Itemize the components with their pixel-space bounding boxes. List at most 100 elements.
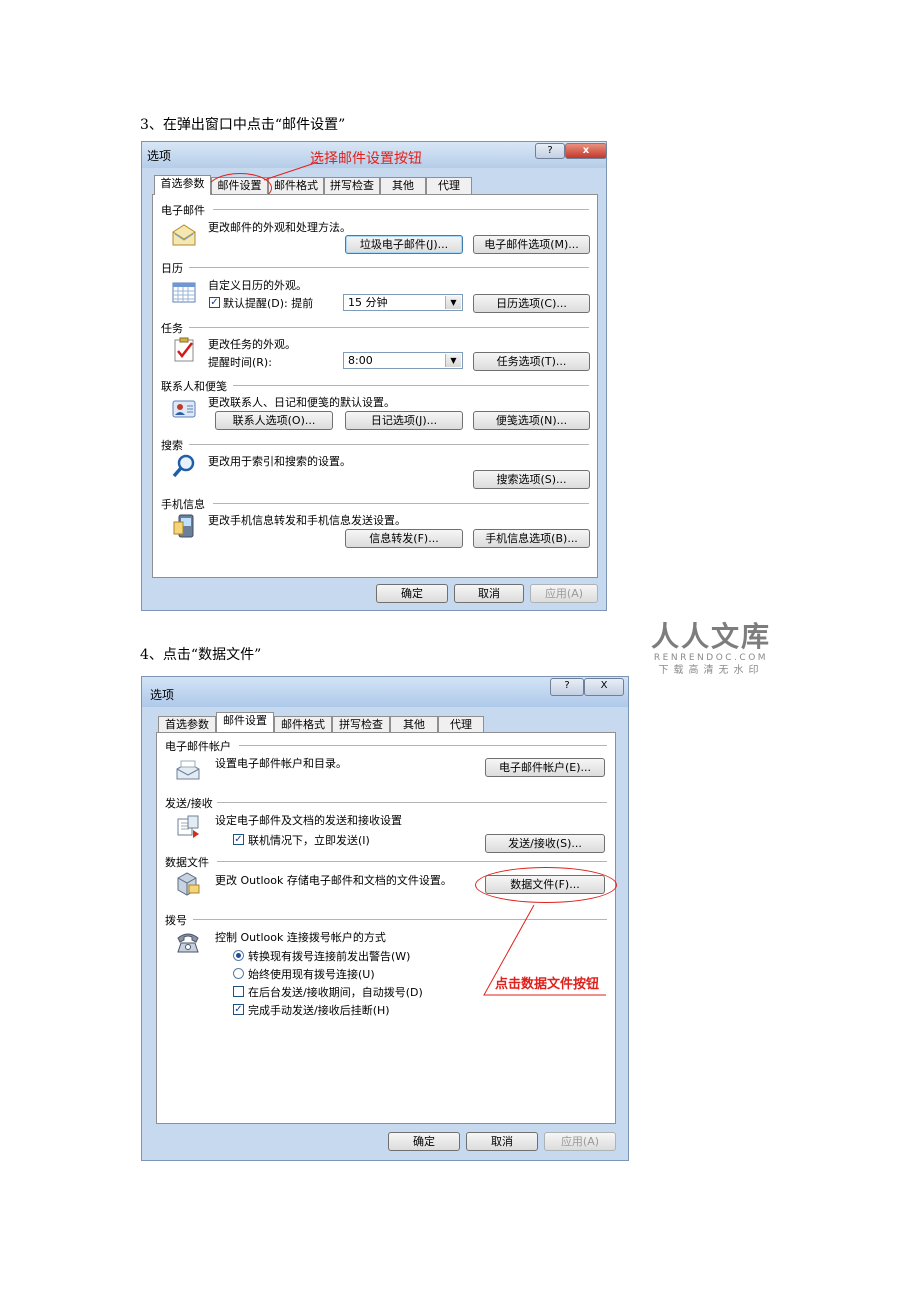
cancel-button[interactable]: 取消 xyxy=(454,584,524,603)
reminder-time-value: 15 分钟 xyxy=(348,296,388,309)
divider xyxy=(233,385,589,386)
task-reminder-select[interactable]: 8:00 ▼ xyxy=(343,352,463,369)
dialup-desc: 控制 Outlook 连接拨号帐户的方式 xyxy=(215,931,386,944)
chevron-down-icon: ▼ xyxy=(445,296,461,309)
calendar-desc: 自定义日历的外观。 xyxy=(208,279,307,292)
annotation-arrow xyxy=(483,904,606,996)
apply-button[interactable]: 应用(A) xyxy=(544,1132,616,1151)
task-options-button[interactable]: 任务选项(T)... xyxy=(473,352,590,371)
send-receive-button[interactable]: 发送/接收(S)... xyxy=(485,834,605,853)
section-title-mobile: 手机信息 xyxy=(161,498,205,511)
section-title-email: 电子邮件 xyxy=(161,204,205,217)
warn-before-switch-label: 转换现有拨号连接前发出警告(W) xyxy=(248,950,411,963)
watermark-url: RENRENDOC.COM xyxy=(653,653,769,663)
section-title-dialup: 拨号 xyxy=(165,914,187,927)
dialog-title: 选项 xyxy=(147,149,172,163)
mobile-phone-icon xyxy=(173,514,194,538)
task-check-icon xyxy=(174,337,194,362)
telephone-icon xyxy=(177,933,199,953)
section-title-search: 搜索 xyxy=(161,439,183,452)
annotation-label: 选择邮件设置按钮 xyxy=(310,151,422,167)
contacts-desc: 更改联系人、日记和便笺的默认设置。 xyxy=(208,396,395,409)
options-dialog-2: 选项 ? X 首选参数 邮件设置 邮件格式 拼写检查 其他 代理 电子邮件帐户 … xyxy=(141,676,629,1161)
section-title-contacts: 联系人和便笺 xyxy=(161,380,227,393)
step-3-heading: 3、在弹出窗口中点击“邮件设置” xyxy=(140,117,346,133)
tab-delegates[interactable]: 代理 xyxy=(426,177,472,194)
tab-preferences[interactable]: 首选参数 xyxy=(154,175,211,195)
magnifier-icon xyxy=(172,454,195,478)
preferences-panel: 电子邮件 更改邮件的外观和处理方法。 垃圾电子邮件(J)... 电子邮件选项(M… xyxy=(152,194,598,578)
divider xyxy=(189,267,589,268)
reminder-time-select[interactable]: 15 分钟 ▼ xyxy=(343,294,463,311)
warn-before-switch-radio[interactable] xyxy=(233,950,244,961)
auto-dial-checkbox[interactable] xyxy=(233,986,244,997)
section-title-data-files: 数据文件 xyxy=(165,856,209,869)
dialog-title: 选项 xyxy=(150,688,175,702)
email-options-button[interactable]: 电子邮件选项(M)... xyxy=(473,235,590,254)
hang-up-label: 完成手动发送/接收后挂断(H) xyxy=(248,1004,390,1017)
data-files-desc: 更改 Outlook 存储电子邮件和文档的文件设置。 xyxy=(215,874,452,887)
watermark: 人人文库 RENRENDOC.COM 下载高清无水印 xyxy=(646,622,776,677)
help-button[interactable]: ? xyxy=(535,143,565,159)
tasks-desc: 更改任务的外观。 xyxy=(208,338,296,351)
watermark-logo-text: 人人文库 xyxy=(650,620,771,653)
message-forward-button[interactable]: 信息转发(F)... xyxy=(345,529,463,548)
tab-other[interactable]: 其他 xyxy=(380,177,426,194)
task-reminder-value: 8:00 xyxy=(348,354,373,367)
tab-spelling[interactable]: 拼写检查 xyxy=(324,177,380,194)
email-accounts-button[interactable]: 电子邮件帐户(E)... xyxy=(485,758,605,777)
default-reminder-label: 默认提醒(D): 提前 xyxy=(223,297,314,310)
divider xyxy=(217,802,607,803)
close-button[interactable]: X xyxy=(584,678,624,696)
divider xyxy=(213,503,589,504)
ok-button[interactable]: 确定 xyxy=(388,1132,460,1151)
contact-card-icon xyxy=(172,400,196,418)
send-immediately-checkbox[interactable]: ✓ xyxy=(233,834,244,845)
tab-mail-format[interactable]: 邮件格式 xyxy=(274,716,332,733)
tab-mail-setup[interactable]: 邮件设置 xyxy=(216,712,274,732)
section-title-send-receive: 发送/接收 xyxy=(165,797,213,810)
section-title-accounts: 电子邮件帐户 xyxy=(165,740,231,753)
help-button[interactable]: ? xyxy=(550,678,584,696)
step-4-heading: 4、点击“数据文件” xyxy=(140,647,262,663)
divider xyxy=(213,209,589,210)
watermark-slogan: 下载高清无水印 xyxy=(658,665,764,676)
send-receive-icon xyxy=(177,815,199,838)
cancel-button[interactable]: 取消 xyxy=(466,1132,538,1151)
divider xyxy=(217,861,607,862)
options-dialog-1: 选项 ? x 首选参数 邮件设置 邮件格式 拼写检查 其他 代理 选择邮件设置按… xyxy=(141,141,607,611)
apply-button[interactable]: 应用(A) xyxy=(530,584,598,603)
calendar-options-button[interactable]: 日历选项(C)... xyxy=(473,294,590,313)
junk-email-button[interactable]: 垃圾电子邮件(J)... xyxy=(345,235,463,254)
ok-button[interactable]: 确定 xyxy=(376,584,448,603)
tab-preferences[interactable]: 首选参数 xyxy=(158,716,216,733)
chevron-down-icon: ▼ xyxy=(445,354,461,367)
divider xyxy=(189,327,589,328)
search-options-button[interactable]: 搜索选项(S)... xyxy=(473,470,590,489)
tab-other[interactable]: 其他 xyxy=(390,716,438,733)
journal-options-button[interactable]: 日记选项(J)... xyxy=(345,411,463,430)
divider xyxy=(239,745,607,746)
divider xyxy=(189,444,589,445)
tab-delegates[interactable]: 代理 xyxy=(438,716,484,733)
data-file-icon xyxy=(177,872,200,896)
section-title-tasks: 任务 xyxy=(161,322,183,335)
email-account-icon xyxy=(176,760,200,780)
always-use-existing-radio[interactable] xyxy=(233,968,244,979)
search-desc: 更改用于索引和搜索的设置。 xyxy=(208,455,351,468)
note-options-button[interactable]: 便笺选项(N)... xyxy=(473,411,590,430)
default-reminder-checkbox[interactable]: ✓ xyxy=(209,297,220,308)
annotation-arrow xyxy=(263,161,319,181)
send-immediately-label: 联机情况下，立即发送(I) xyxy=(248,834,370,847)
always-use-existing-label: 始终使用现有拨号连接(U) xyxy=(248,968,375,981)
email-desc: 更改邮件的外观和处理方法。 xyxy=(208,221,351,234)
reminder-time-label: 提醒时间(R): xyxy=(208,356,272,369)
close-button[interactable]: x xyxy=(565,143,607,159)
contact-options-button[interactable]: 联系人选项(O)... xyxy=(215,411,333,430)
auto-dial-label: 在后台发送/接收期间，自动拨号(D) xyxy=(248,986,423,999)
mobile-options-button[interactable]: 手机信息选项(B)... xyxy=(473,529,590,548)
accounts-desc: 设置电子邮件帐户和目录。 xyxy=(215,757,347,770)
tab-spelling[interactable]: 拼写检查 xyxy=(332,716,390,733)
send-receive-desc: 设定电子邮件及文档的发送和接收设置 xyxy=(215,814,402,827)
hang-up-checkbox[interactable]: ✓ xyxy=(233,1004,244,1015)
